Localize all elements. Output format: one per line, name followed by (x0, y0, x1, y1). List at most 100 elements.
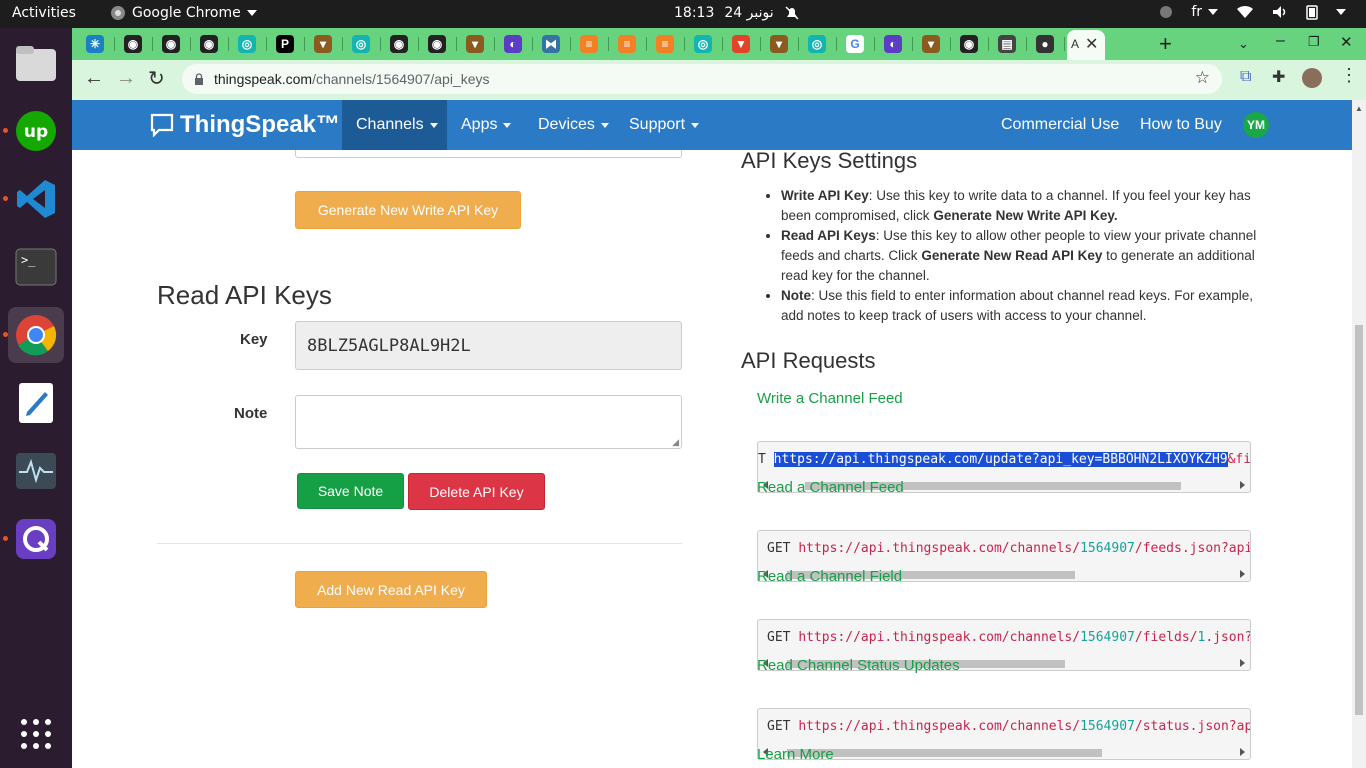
nav-devices[interactable]: Devices (538, 100, 609, 150)
google-icon[interactable]: G (846, 35, 864, 53)
github-icon[interactable]: ◉ (390, 35, 408, 53)
minimize-button[interactable]: – (1276, 32, 1285, 50)
read-key-field[interactable]: 8BLZ5AGLP8AL9H2L (295, 321, 682, 370)
resize-handle-icon[interactable]: ◢ (672, 437, 679, 448)
profile-avatar[interactable] (1302, 68, 1322, 88)
browser-menu-button[interactable]: ⋮ (1340, 65, 1358, 86)
forward-button[interactable]: → (116, 67, 136, 90)
extensions-puzzle-icon[interactable]: ✚ (1272, 67, 1285, 87)
github-icon[interactable]: ◉ (162, 35, 180, 53)
scroll-right-icon[interactable] (1240, 659, 1245, 667)
request-title-read-feed[interactable]: Read a Channel Feed (757, 479, 904, 496)
close-window-button[interactable]: ✕ (1340, 33, 1353, 51)
site-navbar: ThingSpeak™ Channels Apps Devices Suppor… (72, 100, 1352, 150)
hawk-icon[interactable]: ▾ (922, 35, 940, 53)
stackoverflow-icon[interactable]: ≡ (656, 35, 674, 53)
tealcircle-icon[interactable]: ◎ (694, 35, 712, 53)
tealcircle-icon[interactable]: ◎ (238, 35, 256, 53)
request-title-status-updates[interactable]: Read Channel Status Updates (757, 657, 960, 674)
generate-write-key-button[interactable]: Generate New Write API Key (295, 191, 521, 229)
tab-search-button[interactable]: ⌄ (1238, 36, 1249, 52)
maximize-button[interactable]: ❐ (1308, 34, 1320, 50)
page-scrollbar-thumb[interactable] (1355, 325, 1363, 715)
user-avatar[interactable]: YM (1243, 112, 1269, 138)
scroll-right-icon[interactable] (1240, 570, 1245, 578)
tab-separator (380, 37, 381, 51)
activities-button[interactable]: Activities (12, 5, 76, 21)
list-item: Read API Keys: Use this key to allow oth… (781, 226, 1261, 286)
nodejs-icon[interactable]: ✳ (86, 35, 104, 53)
hawk-icon[interactable]: ▾ (466, 35, 484, 53)
keyboard-layout-menu[interactable]: fr (1191, 4, 1218, 20)
request-title-write-feed[interactable]: Write a Channel Feed (757, 390, 903, 407)
address-bar[interactable]: thingspeak.com/channels/1564907/api_keys… (182, 64, 1222, 94)
request-title-read-field[interactable]: Read a Channel Field (757, 568, 902, 585)
url-part: /feeds.json?api (1134, 541, 1251, 556)
system-top-bar: Activities Google Chrome 18:13 24 نونبر … (0, 0, 1366, 28)
note-textarea[interactable]: ◢ (295, 395, 682, 449)
github-icon[interactable]: ◉ (124, 35, 142, 53)
chrome-launcher[interactable] (8, 307, 64, 363)
nav-devices-label: Devices (538, 116, 595, 133)
thingspeak-logo[interactable]: ThingSpeak™ (150, 111, 340, 139)
upwork-launcher[interactable]: up (8, 103, 64, 159)
nav-apps[interactable]: Apps (461, 100, 512, 150)
github-icon[interactable]: ◉ (200, 35, 218, 53)
page-scrollbar[interactable]: ▲ (1352, 100, 1366, 768)
selected-url[interactable]: https://api.thingspeak.com/update?api_ke… (773, 452, 1228, 467)
nav-commercial-use[interactable]: Commercial Use (1001, 100, 1119, 150)
reader-icon[interactable]: ▤ (998, 35, 1016, 53)
learn-more-link[interactable]: Learn More (757, 746, 834, 763)
caret-down-icon (600, 122, 609, 128)
add-read-key-button[interactable]: Add New Read API Key (295, 571, 487, 608)
active-tab[interactable]: A ✕ (1067, 30, 1105, 60)
tab-separator (304, 37, 305, 51)
files-launcher[interactable] (8, 36, 64, 92)
python-icon[interactable]: ⧓ (542, 35, 560, 53)
nav-how-to-buy[interactable]: How to Buy (1140, 100, 1222, 150)
scroll-up-icon[interactable]: ▲ (1355, 104, 1363, 113)
stackoverflow-icon[interactable]: ≡ (618, 35, 636, 53)
tealcircle-icon[interactable]: ◎ (352, 35, 370, 53)
bookmark-star-icon[interactable]: ☆ (1195, 68, 1210, 88)
back-button[interactable]: ← (84, 67, 104, 90)
terminal-launcher[interactable]: >_ (8, 239, 64, 295)
extension-icon[interactable]: ⧉ (1240, 68, 1251, 86)
pycharm-icon[interactable]: P (276, 35, 294, 53)
text-editor-launcher[interactable] (8, 375, 64, 431)
scroll-right-icon[interactable] (1240, 748, 1245, 756)
chrome-small-icon (111, 6, 125, 20)
tealcircle-icon[interactable]: ◎ (808, 35, 826, 53)
qv-launcher[interactable] (8, 511, 64, 567)
purple-icon[interactable]: ◐ (884, 35, 902, 53)
gitlab-icon[interactable]: ▼ (732, 35, 750, 53)
system-tray[interactable]: fr (1159, 4, 1346, 20)
show-apps-button[interactable] (8, 706, 64, 762)
nav-channels[interactable]: Channels (342, 100, 447, 150)
http-method: T (758, 452, 774, 467)
scroll-right-icon[interactable] (1240, 481, 1245, 489)
system-monitor-launcher[interactable] (8, 443, 64, 499)
stackoverflow-icon[interactable]: ≡ (580, 35, 598, 53)
save-note-button[interactable]: Save Note (297, 473, 404, 509)
vscode-launcher[interactable] (8, 171, 64, 227)
url-suffix: &fie (1227, 452, 1251, 467)
app-menu[interactable]: Google Chrome (110, 5, 257, 21)
hawk-icon[interactable]: ▾ (770, 35, 788, 53)
purple-icon[interactable]: ◐ (504, 35, 522, 53)
hawk-icon[interactable]: ▾ (314, 35, 332, 53)
channel-id: 1564907 (1080, 719, 1135, 734)
battery-icon (1306, 5, 1318, 20)
github-icon[interactable]: ◉ (960, 35, 978, 53)
reload-button[interactable]: ↻ (148, 66, 165, 91)
github-icon[interactable]: ◉ (428, 35, 446, 53)
scrollbar-thumb[interactable] (786, 749, 1103, 757)
new-tab-button[interactable]: + (1159, 31, 1172, 57)
nav-support[interactable]: Support (629, 100, 700, 150)
http-method: GET (767, 541, 799, 556)
globe-icon[interactable]: ● (1036, 35, 1054, 53)
nav-how-to-buy-label: How to Buy (1140, 116, 1222, 133)
clock[interactable]: 18:13 24 نونبر (674, 5, 800, 21)
close-tab-icon[interactable]: ✕ (1085, 34, 1098, 54)
delete-api-key-button[interactable]: Delete API Key (408, 473, 545, 510)
